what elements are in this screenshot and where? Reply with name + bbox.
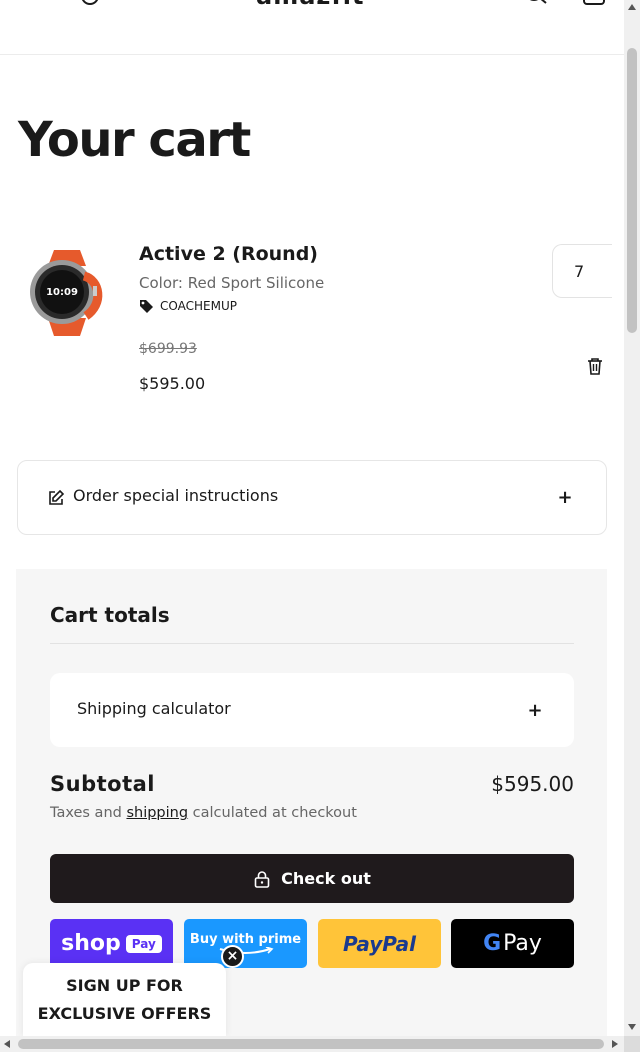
google-pay-text: Pay [503,931,542,956]
close-icon[interactable]: × [221,945,244,968]
vertical-scrollbar[interactable] [624,0,640,1036]
cart-page: amazfit Your cart 10:09 Active 2 (Round)… [0,0,624,1036]
scroll-right-arrow-icon[interactable] [612,1040,618,1048]
page-title: Your cart [18,112,251,168]
product-name[interactable]: Active 2 (Round) [139,243,318,265]
cart-totals-title: Cart totals [50,603,170,627]
site-header: amazfit [0,0,624,55]
signup-offers-popup[interactable]: SIGN UP FOR EXCLUSIVE OFFERS [23,963,226,1036]
scroll-up-arrow-icon[interactable] [628,4,636,10]
lock-icon [254,870,270,888]
plus-icon[interactable]: + [520,697,550,725]
product-variant: Color: Red Sport Silicone [139,274,325,292]
google-g-icon: G [483,931,502,956]
shop-pay-text: shop [61,931,121,956]
paypal-text: PayPal [342,931,417,956]
scroll-down-arrow-icon[interactable] [628,1024,636,1030]
shipping-calculator-toggle[interactable]: Shipping calculator + [50,673,574,747]
discount-code-label: COACHEMUP [160,299,237,313]
menu-icon[interactable] [20,0,42,6]
plus-icon[interactable]: + [550,484,580,512]
order-instructions-toggle[interactable]: Order special instructions + [17,460,607,535]
vertical-scroll-thumb[interactable] [627,48,637,333]
buy-with-prime-text: Buy with prime [189,932,302,947]
scroll-left-arrow-icon[interactable] [4,1040,10,1048]
shop-pay-button[interactable]: shop Pay [50,919,173,968]
subtotal-value: $595.00 [491,772,574,796]
tag-icon [140,300,153,313]
divider [50,643,574,644]
edit-icon [49,489,65,505]
checkout-button[interactable]: Check out [50,854,574,903]
paypal-button[interactable]: PayPal [318,919,441,968]
search-icon[interactable] [522,0,550,12]
signup-line-2: EXCLUSIVE OFFERS [37,1004,212,1023]
signup-line-1: SIGN UP FOR [66,976,183,995]
original-price: $699.93 [139,341,197,357]
order-instructions-label: Order special instructions [73,486,279,505]
horizontal-scrollbar[interactable] [0,1036,624,1052]
svg-text:10:09: 10:09 [46,287,78,298]
subtotal-label: Subtotal [50,772,155,796]
account-icon[interactable] [76,0,104,12]
cart-icon[interactable] [580,0,608,12]
discount-code: COACHEMUP [139,299,237,313]
horizontal-scroll-thumb[interactable] [18,1039,604,1049]
product-image[interactable]: 10:09 [24,246,110,338]
tax-note: Taxes and shipping calculated at checkou… [50,805,357,821]
item-price: $595.00 [139,374,206,393]
trash-icon[interactable] [585,356,605,376]
google-pay-button[interactable]: G Pay [451,919,574,968]
tax-note-post: calculated at checkout [188,805,357,821]
tax-note-pre: Taxes and [50,805,127,821]
scrollbar-corner [624,1036,640,1052]
shop-pay-badge: Pay [125,934,162,953]
checkout-label: Check out [281,869,371,888]
shipping-calculator-label: Shipping calculator [77,699,231,718]
site-logo[interactable]: amazfit [256,0,365,10]
shipping-link[interactable]: shipping [126,805,188,821]
buy-with-prime-button[interactable]: Buy with prime [184,919,307,968]
quantity-input[interactable]: 7 [552,244,612,298]
